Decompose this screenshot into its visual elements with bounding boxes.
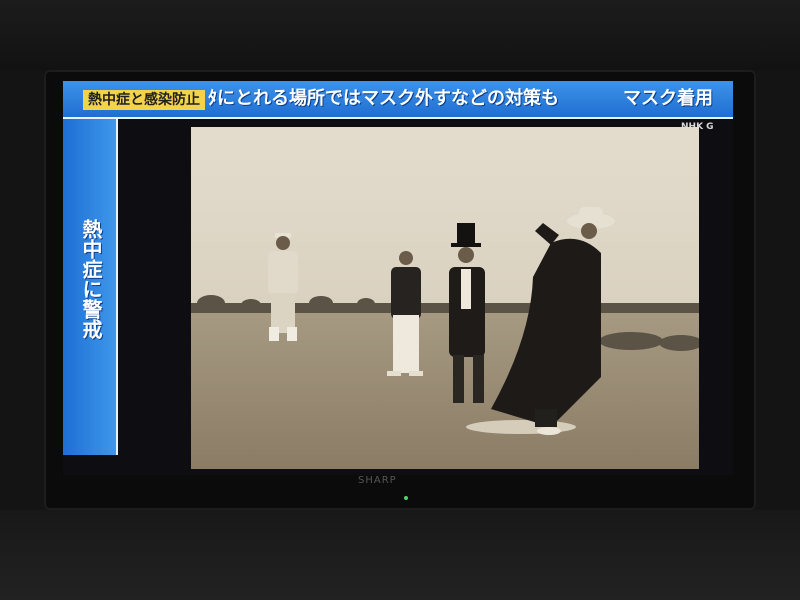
- news-ticker: 熱中症と感染防止 ﾀにとれる場所ではマスク外すなどの対策も マスク着用: [63, 81, 733, 119]
- power-indicator: [404, 496, 408, 500]
- ticker-topic-label: 熱中症と感染防止: [83, 90, 205, 110]
- tv-screen: 熱中症と感染防止 ﾀにとれる場所ではマスク外すなどの対策も マスク着用 熱中症に…: [63, 81, 733, 475]
- ticker-headline: ﾀにとれる場所ではマスク外すなどの対策も: [208, 88, 559, 109]
- tv-stand-area: [0, 510, 800, 600]
- side-caption: 熱中症に警戒: [79, 219, 103, 339]
- room-wall: [0, 0, 800, 70]
- historical-photo: [191, 127, 699, 469]
- tv-brand-logo: SHARP: [358, 475, 397, 486]
- side-caption-panel: 熱中症に警戒: [63, 119, 118, 455]
- ticker-headline-next: マスク着用: [623, 88, 713, 109]
